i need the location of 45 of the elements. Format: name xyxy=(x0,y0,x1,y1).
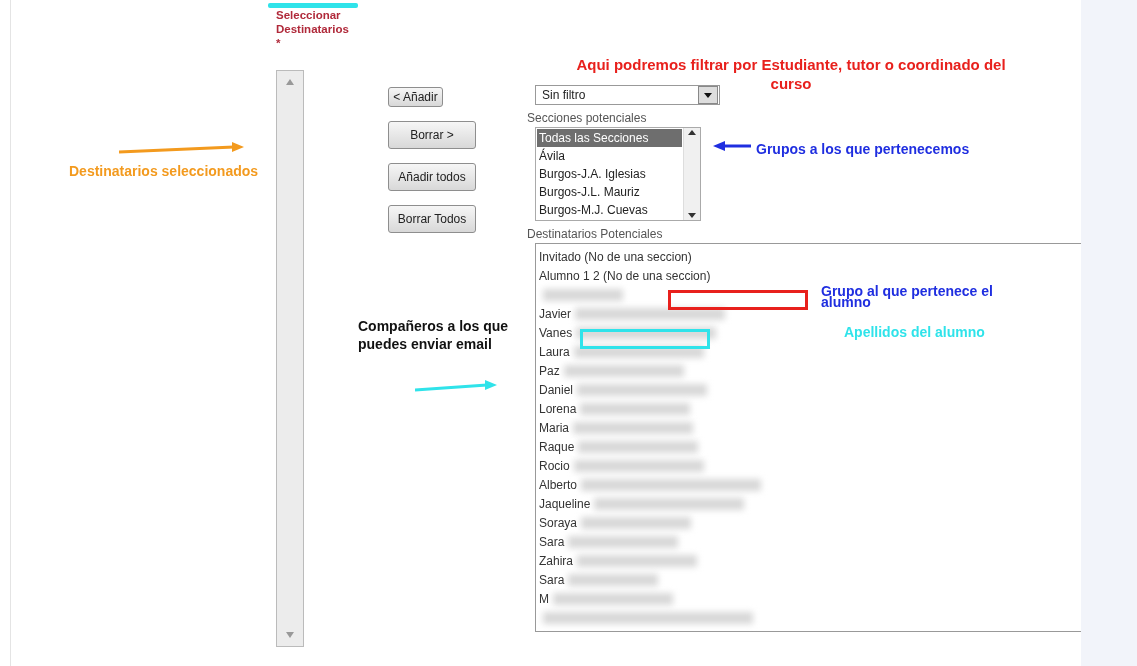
scroll-up-icon[interactable] xyxy=(688,130,696,135)
recipient-name[interactable]: Maria xyxy=(539,420,569,435)
annotation-text: Apellidos del alumno xyxy=(844,324,985,342)
recipient-name[interactable]: Lorena xyxy=(539,401,577,416)
scroll-down-icon[interactable] xyxy=(688,213,696,218)
recipient-name[interactable]: Vanes xyxy=(539,325,573,340)
recipient-name[interactable]: Soraya xyxy=(539,515,578,530)
action-button[interactable]: Borrar > xyxy=(388,121,476,149)
annotation-text: Grupos a los que pertenecemos xyxy=(756,141,970,159)
recipient-name[interactable]: Paz xyxy=(539,363,560,378)
section-item[interactable]: Burgos-J.L. Mauriz xyxy=(537,183,682,201)
recipient-name[interactable]: Alumno 1 2 (No de una seccion) xyxy=(539,268,711,283)
recipient-name[interactable]: Invitado (No de una seccion) xyxy=(539,249,692,264)
filter-select[interactable]: Sin filtro xyxy=(535,85,720,105)
recipient-name[interactable]: Daniel xyxy=(539,382,574,397)
recipient-name[interactable]: Rocio xyxy=(539,458,570,473)
arrow-icon xyxy=(713,140,751,152)
action-button[interactable]: Añadir todos xyxy=(388,163,476,191)
section-item[interactable]: Burgos-J.A. Iglesias xyxy=(537,165,682,183)
recipient-name[interactable]: Sara xyxy=(539,572,565,587)
recipient-name[interactable]: Laura xyxy=(539,344,570,359)
arrow-icon xyxy=(415,378,497,392)
recipient-name[interactable]: Zahira xyxy=(539,553,573,568)
action-button[interactable]: Borrar Todos xyxy=(388,205,476,233)
scrollbar[interactable] xyxy=(683,128,700,220)
arrow-icon xyxy=(119,140,244,154)
recipient-name[interactable]: Alberto xyxy=(539,477,578,492)
field-label: Destinatarios Potenciales xyxy=(527,227,664,241)
annotation-text: Destinatarios seleccionados xyxy=(69,163,259,181)
action-button[interactable]: < Añadir xyxy=(388,87,443,107)
recipient-name[interactable]: Javier xyxy=(539,306,571,321)
caret-icon xyxy=(698,86,718,104)
recipient-name[interactable]: Sara xyxy=(539,534,565,549)
section-item[interactable]: Todas las Secciones xyxy=(537,129,682,147)
recipient-name[interactable]: Jaqueline xyxy=(539,496,591,511)
recipient-name[interactable]: M xyxy=(539,591,549,606)
recipient-name[interactable]: Raque xyxy=(539,439,575,454)
section-item[interactable]: Burgos-M.J. Cuevas xyxy=(537,201,682,219)
sections-list[interactable]: Todas las Secciones Ávila Burgos-J.A. Iglesias Burgos-J.L. Mauriz Burgos-M.J. Cuevas xyxy=(535,127,701,221)
annotation-text: Compañeros a los que puedes enviar email xyxy=(358,318,510,353)
field-label: Secciones potenciales xyxy=(527,111,648,125)
section-item[interactable]: Ávila xyxy=(537,147,682,165)
recipients-title: Seleccionar Destinatarios * xyxy=(276,8,350,50)
annotation-text: Grupo al que pertenece el alumno xyxy=(821,286,994,307)
required-mark: * xyxy=(276,37,281,49)
